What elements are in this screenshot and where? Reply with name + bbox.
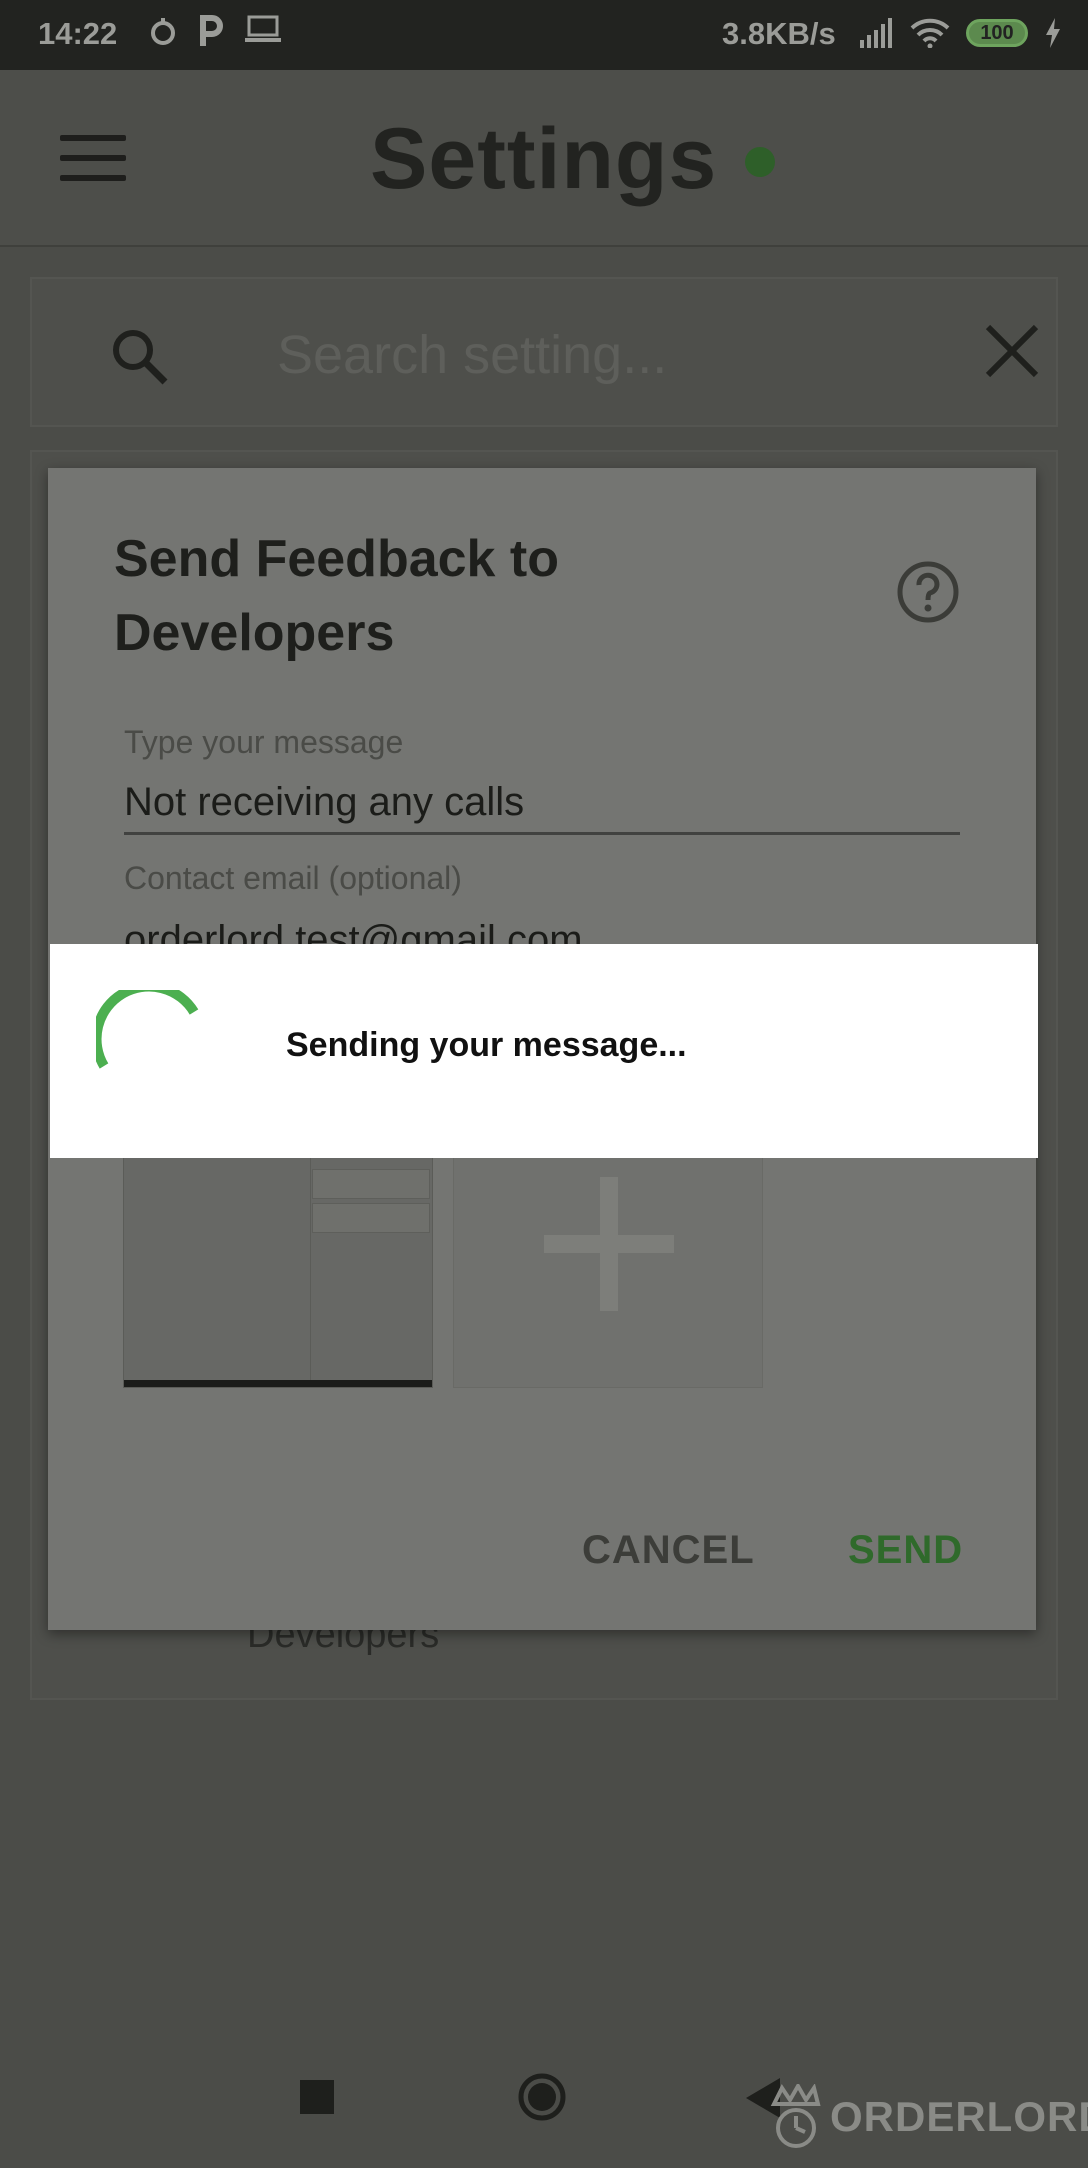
progress-message: Sending your message... [286, 1026, 687, 1064]
progress-dialog: Sending your message... [50, 944, 1038, 1158]
connection-status-dot [745, 147, 775, 177]
recents-button[interactable] [300, 2080, 334, 2114]
thumbnail-divider [310, 1157, 311, 1387]
battery-icon: 100 [966, 19, 1028, 47]
message-label: Type your message [124, 724, 404, 760]
home-button[interactable] [517, 2072, 567, 2122]
add-screenshot-button[interactable] [453, 1156, 763, 1388]
close-icon[interactable] [982, 321, 1042, 381]
brand-watermark: ORDERLORD [768, 2082, 1088, 2152]
app-bar: Settings [0, 70, 1088, 247]
battery-level: 100 [980, 21, 1014, 44]
search-input[interactable]: Search setting... [277, 324, 667, 386]
parking-icon [200, 15, 223, 46]
crown-clock-logo-icon [770, 2084, 821, 2148]
thumbnail-row [312, 1203, 430, 1233]
status-time: 14:22 [38, 16, 118, 51]
network-rate: 3.8KB/s [722, 16, 836, 51]
send-button[interactable]: SEND [848, 1528, 963, 1573]
cancel-button[interactable]: CANCEL [582, 1528, 755, 1573]
wifi-icon [910, 18, 950, 48]
laptop-icon [245, 15, 281, 42]
alarm-icon [151, 18, 175, 45]
email-label: Contact email (optional) [124, 860, 462, 896]
thumbnail-row [312, 1169, 430, 1199]
status-right-icons: 100 [858, 18, 1062, 48]
plus-icon-stem [600, 1177, 618, 1311]
message-field[interactable]: Not receiving any calls [124, 780, 524, 825]
help-icon[interactable] [896, 560, 960, 624]
hamburger-menu-icon[interactable] [60, 135, 126, 181]
status-bar: 14:22 3.8KB/s 100 [0, 0, 1088, 70]
thumbnail-bar [124, 1380, 432, 1387]
signal-icon [860, 18, 892, 48]
page-title: Settings [370, 111, 718, 207]
screenshot-thumbnail[interactable] [123, 1156, 433, 1388]
app-screen: 14:22 3.8KB/s 100 Settings Search settin… [0, 0, 1088, 2168]
search-icon [113, 330, 168, 385]
brand-name: ORDERLORD [830, 2093, 1088, 2140]
message-underline [124, 832, 960, 835]
charging-icon [1046, 18, 1060, 48]
status-left-icons [148, 14, 282, 48]
dialog-title: Send Feedback to Developers [114, 530, 559, 662]
loading-spinner-icon [96, 990, 199, 1069]
search-card: Search setting... [30, 277, 1058, 427]
